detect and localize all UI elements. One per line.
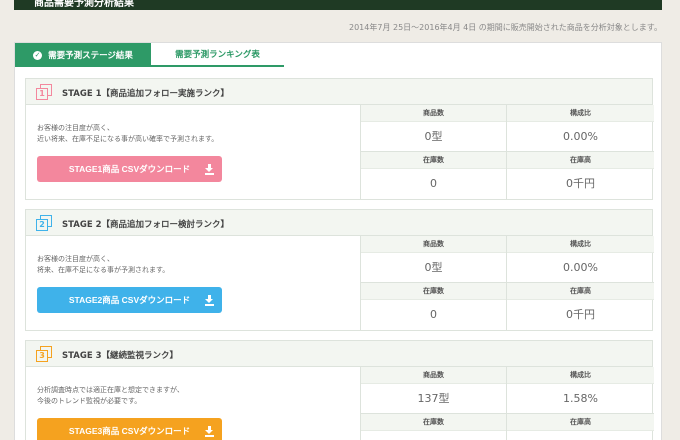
stage-2-stock-value: 0 [430, 308, 437, 321]
top-header-bar: 商品需要予測分析結果 [14, 0, 662, 10]
metric-count: 商品数 0型 [361, 236, 507, 283]
metric-ratio: 構成比 0.00% [507, 105, 654, 152]
check-icon: ✓ [33, 50, 43, 60]
download-icon [205, 426, 214, 437]
download-icon [205, 164, 214, 175]
stage-2-count-value: 0型 [424, 261, 443, 274]
stage-2-csv-download-button[interactable]: STAGE2商品 CSVダウンロード [37, 287, 222, 313]
stage-3-stock-value [361, 431, 506, 440]
metric-stock-value: 在庫高 0千円 [507, 283, 654, 331]
metric-stock-value: 在庫高 [507, 414, 654, 440]
tab-bar: ✓ 需要予測ステージ結果 需要予測ランキング表 [15, 43, 661, 67]
stage-3-title: STAGE 3【継続監視ランク】 [62, 351, 178, 361]
stage-3-count-value: 137型 [417, 392, 450, 405]
tab-ranking-table-label: 需要予測ランキング表 [175, 50, 260, 60]
stage-3-metrics: 商品数 137型 構成比 1.58% 在庫数 在庫高 [360, 367, 654, 440]
metric-ratio: 構成比 0.00% [507, 236, 654, 283]
stage-2-stock-amount-value: 0千円 [566, 308, 595, 321]
stage-1-count-value: 0型 [424, 130, 443, 143]
tab-stage-results[interactable]: ✓ 需要予測ステージ結果 [15, 43, 151, 67]
stage-3-csv-download-button[interactable]: STAGE3商品 CSVダウンロード [37, 418, 222, 440]
stage-2-number-icon: 2 [36, 215, 52, 231]
stage-1-description: お客様の注目度が高く、 近い将来、在庫不足になる事が高い確率で予測されます。 [37, 124, 219, 143]
stage-3-number-icon: 3 [36, 346, 52, 362]
tab-ranking-table[interactable]: 需要予測ランキング表 [151, 43, 284, 67]
stage-2-panel: 2 STAGE 2【商品追加フォロー検討ランク】 お客様の注目度が高く、 将来、… [25, 209, 654, 331]
stage-1-title: STAGE 1【商品追加フォロー実施ランク】 [62, 89, 229, 99]
stage-1-number-icon: 1 [36, 84, 52, 100]
stage-1-ratio-value: 0.00% [563, 130, 598, 143]
page-title: 商品需要予測分析結果 [34, 0, 134, 9]
download-icon [205, 295, 214, 306]
stage-1-panel: 1 STAGE 1【商品追加フォロー実施ランク】 お客様の注目度が高く、 近い将… [25, 78, 654, 200]
metric-stock-value: 在庫高 0千円 [507, 152, 654, 200]
stage-2-header: 2 STAGE 2【商品追加フォロー検討ランク】 [26, 210, 652, 236]
stage-3-header: 3 STAGE 3【継続監視ランク】 [26, 341, 652, 367]
stage-1-header: 1 STAGE 1【商品追加フォロー実施ランク】 [26, 79, 652, 105]
stage-1-metrics: 商品数 0型 構成比 0.00% 在庫数 0 在庫高 0千円 [360, 105, 654, 200]
stage-3-panel: 3 STAGE 3【継続監視ランク】 分析調査時点では適正在庫と想定できますが、… [25, 340, 654, 440]
stage-3-ratio-value: 1.58% [563, 392, 598, 405]
stage-2-description: お客様の注目度が高く、 将来、在庫不足になる事が予測されます。 [37, 255, 170, 274]
stage-1-stock-value: 0 [430, 177, 437, 190]
metric-count: 商品数 137型 [361, 367, 507, 414]
metric-stock: 在庫数 [361, 414, 507, 440]
stage-1-stock-amount-value: 0千円 [566, 177, 595, 190]
stage-2-title: STAGE 2【商品追加フォロー検討ランク】 [62, 220, 229, 230]
stage-3-description: 分析調査時点では適正在庫と想定できますが、 今後のトレンド監視が必要です。 [37, 386, 184, 405]
metric-count: 商品数 0型 [361, 105, 507, 152]
stage-1-csv-download-button[interactable]: STAGE1商品 CSVダウンロード [37, 156, 222, 182]
stage-3-stock-amount-value [507, 431, 654, 440]
stage-2-metrics: 商品数 0型 構成比 0.00% 在庫数 0 在庫高 0千円 [360, 236, 654, 331]
results-card: ✓ 需要予測ステージ結果 需要予測ランキング表 1 STAGE 1【商品追加フォ… [14, 42, 662, 440]
stage-2-ratio-value: 0.00% [563, 261, 598, 274]
analysis-period-text: 2014年7月 25日〜2016年4月 4日 の期間に販売開始された商品を分析対… [349, 23, 662, 32]
metric-ratio: 構成比 1.58% [507, 367, 654, 414]
metric-stock: 在庫数 0 [361, 152, 507, 200]
metric-stock: 在庫数 0 [361, 283, 507, 331]
tab-stage-results-label: 需要予測ステージ結果 [48, 51, 133, 61]
